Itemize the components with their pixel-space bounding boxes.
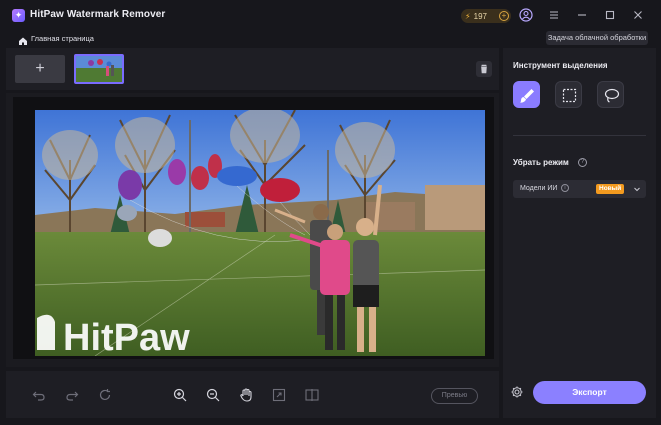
brush-icon: [520, 89, 534, 103]
add-file-button[interactable]: +: [15, 55, 65, 83]
close-icon[interactable]: [631, 8, 645, 22]
mode-select-value: Модели ИИ: [520, 185, 558, 192]
fit-screen-icon[interactable]: [271, 387, 287, 403]
gear-icon: [511, 386, 523, 398]
app-logo-icon: ✦: [12, 9, 25, 22]
home-icon[interactable]: [18, 33, 28, 45]
credits-count: 197: [473, 11, 487, 21]
app-title: HitPaw Watermark Remover: [30, 9, 166, 20]
app-window: ✦ HitPaw Watermark Remover ⚡ 197 + Главн…: [0, 0, 661, 425]
rectangle-select-button[interactable]: [555, 81, 582, 108]
export-button[interactable]: Экспорт: [533, 381, 646, 404]
preview-button[interactable]: Превью: [431, 388, 478, 404]
remove-mode-select[interactable]: Модели ИИ i Новый: [513, 180, 646, 198]
thumbnail-bar: +: [6, 48, 499, 90]
maximize-icon[interactable]: [603, 8, 617, 22]
selection-tool-title: Инструмент выделения: [513, 61, 608, 70]
undo-icon[interactable]: [31, 387, 47, 403]
right-panel: Инструмент выделения Убрать режим ? Моде…: [503, 48, 656, 418]
reset-icon[interactable]: [97, 387, 113, 403]
minimize-icon[interactable]: [575, 8, 589, 22]
brush-tool-button[interactable]: [513, 81, 540, 108]
panel-divider: [513, 135, 646, 136]
title-bar: ✦ HitPaw Watermark Remover ⚡ 197 +: [0, 0, 661, 30]
help-icon[interactable]: ?: [578, 158, 587, 167]
compare-icon[interactable]: [304, 387, 320, 403]
bottom-toolbar: Превью: [6, 371, 499, 418]
redo-icon[interactable]: [64, 387, 80, 403]
menu-icon[interactable]: [547, 8, 561, 22]
new-badge: Новый: [596, 184, 625, 194]
cloud-task-button[interactable]: Задача облачной обработки: [546, 31, 648, 45]
remove-mode-title: Убрать режим: [513, 158, 569, 167]
bolt-icon: ⚡: [465, 11, 471, 21]
lasso-icon: [604, 88, 620, 103]
video-thumbnail[interactable]: [74, 54, 124, 84]
credits-badge[interactable]: ⚡ 197 +: [461, 9, 511, 23]
breadcrumb: Главная страница: [0, 30, 500, 47]
canvas-frame: HitPaw: [13, 97, 494, 359]
info-icon[interactable]: i: [561, 184, 569, 192]
rectangle-select-icon: [562, 88, 577, 103]
watermark-text: HitPaw: [63, 317, 190, 356]
add-credits-icon[interactable]: +: [499, 11, 509, 21]
zoom-out-icon[interactable]: [205, 387, 221, 403]
lasso-select-button[interactable]: [597, 81, 624, 108]
video-frame[interactable]: HitPaw: [35, 110, 485, 356]
hand-pan-icon[interactable]: [238, 387, 254, 403]
preview-canvas: HitPaw: [6, 93, 499, 367]
account-icon[interactable]: [519, 8, 533, 22]
delete-button[interactable]: [476, 61, 492, 77]
chevron-down-icon: [634, 187, 640, 192]
settings-button[interactable]: [510, 385, 524, 399]
trash-icon: [481, 64, 487, 74]
home-link[interactable]: Главная страница: [31, 34, 94, 43]
zoom-in-icon[interactable]: [172, 387, 188, 403]
